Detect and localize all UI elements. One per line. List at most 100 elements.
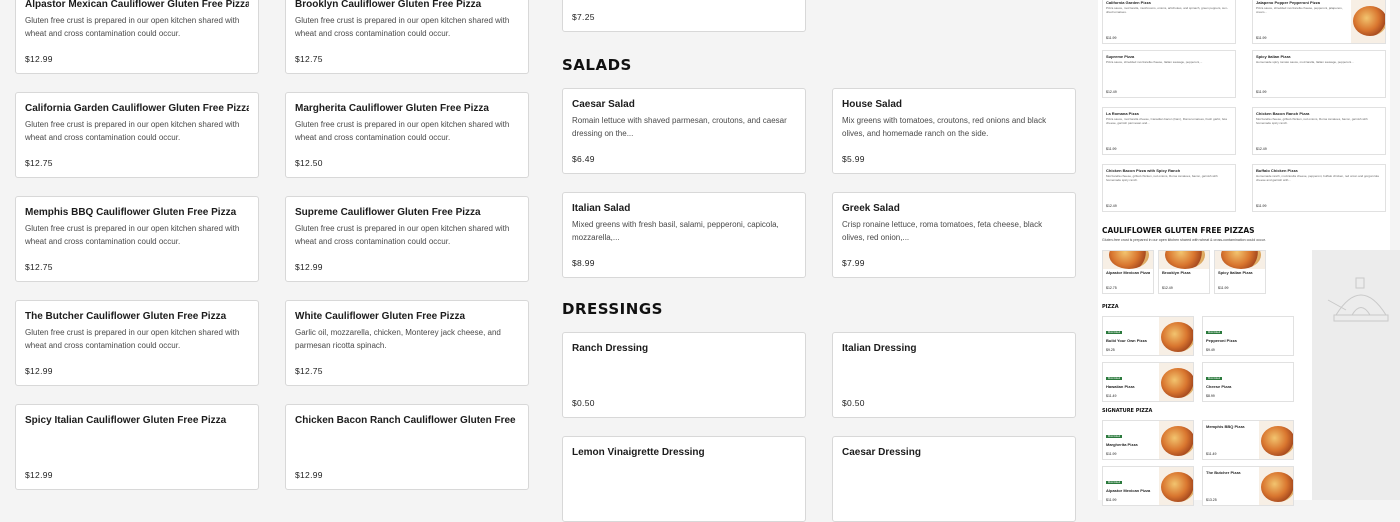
- gf-pizza-card[interactable]: Spicy Italian Cauliflower Gluten Free Pi…: [15, 404, 259, 490]
- thumb-item-title: Spicy Italian Pizza: [1218, 270, 1253, 275]
- gf-pizza-card[interactable]: Supreme Cauliflower Gluten Free Pizza Glu…: [285, 196, 529, 282]
- thumb-item-description: Pizza sauce, mozzarella, mushrooms, onio…: [1106, 6, 1228, 14]
- thumb-gf-heading: CAULIFLOWER GLUTEN FREE PIZZAS: [1102, 226, 1255, 235]
- menu-item-price: $6.49: [572, 154, 595, 164]
- pizza-photo: [1159, 317, 1193, 355]
- menu-item-card[interactable]: $7.25: [562, 0, 806, 32]
- thumb-gf-subtitle: Gluten-free crust is prepared in our ope…: [1102, 238, 1266, 242]
- thumb-item-price: $11.99: [1106, 452, 1117, 456]
- gf-pizza-card[interactable]: The Butcher Cauliflower Gluten Free Pizz…: [15, 300, 259, 386]
- menu-item-title: Greek Salad: [842, 203, 900, 214]
- menu-item-description: Romain lettuce with shaved parmesan, cro…: [572, 116, 787, 138]
- thumb-item-title: Brooklyn Pizza: [1162, 270, 1191, 275]
- dressing-card[interactable]: Lemon Vinaigrette Dressing: [562, 436, 806, 522]
- section-heading-dressings: DRESSINGS: [562, 300, 663, 318]
- menu-item-title: Italian Salad: [572, 203, 631, 214]
- most-liked-badge: Most Liked: [1206, 331, 1223, 334]
- menu-item-description: Gluten free crust is prepared in our ope…: [25, 328, 240, 350]
- menu-item-price: $12.75: [25, 158, 53, 168]
- pizza-icon: [1221, 251, 1261, 269]
- menu-item-price: $12.99: [295, 262, 323, 272]
- thumb-item-title: Pepperoni Pizza: [1206, 338, 1237, 343]
- thumb-signature-card[interactable]: Most Liked Margherita Pizza $11.99: [1102, 420, 1194, 460]
- dressing-card[interactable]: Caesar Dressing: [832, 436, 1076, 522]
- pizza-icon: [1353, 6, 1385, 36]
- thumb-item-price: $11.99: [1256, 90, 1267, 94]
- salad-card[interactable]: House Salad Mix greens with tomatoes, cro…: [832, 88, 1076, 174]
- thumb-item-price: $11.99: [1256, 36, 1267, 40]
- menu-item-title: Memphis BBQ Cauliflower Gluten Free Pizz…: [25, 207, 237, 218]
- thumb-item-description: Pizza sauce, mozzarella cheese, Canadian…: [1106, 117, 1227, 125]
- menu-item-title: House Salad: [842, 99, 903, 110]
- gf-pizza-card[interactable]: Memphis BBQ Cauliflower Gluten Free Pizz…: [15, 196, 259, 282]
- menu-item-title: California Garden Cauliflower Gluten Fre…: [25, 103, 249, 114]
- thumb-signature-card[interactable]: Memphis BBQ Pizza $11.49: [1202, 420, 1294, 460]
- thumb-menu-card[interactable]: Buffalo Chicken Pizza Homemade ranch, moz…: [1252, 164, 1386, 212]
- dressing-card[interactable]: Ranch Dressing $0.50: [562, 332, 806, 418]
- pizza-icon: [1261, 472, 1293, 502]
- thumb-signature-card[interactable]: The Butcher Pizza $13.25: [1202, 466, 1294, 506]
- pizza-icon: [1161, 472, 1193, 502]
- thumb-item-price: $11.99: [1106, 36, 1117, 40]
- thumb-pizza-card[interactable]: Most Liked Hawaiian Pizza $11.49: [1102, 362, 1194, 402]
- menu-item-price: $8.99: [572, 258, 595, 268]
- menu-item-description: Gluten free crust is prepared in our ope…: [25, 120, 240, 142]
- thumb-item-title: Cheese Pizza: [1206, 384, 1232, 389]
- thumb-item-price: $9.49: [1206, 348, 1215, 352]
- pizza-photo: [1159, 421, 1193, 459]
- thumb-item-price: $8.99: [1206, 394, 1215, 398]
- thumb-item-price: $9.25: [1106, 348, 1115, 352]
- thumb-item-price: $12.49: [1106, 204, 1117, 208]
- thumb-gf-card[interactable]: Brooklyn Pizza $12.49: [1158, 250, 1210, 294]
- menu-item-description: Mix greens with tomatoes, croutons, red …: [842, 116, 1047, 138]
- menu-item-description: Crisp ronaine lettuce, roma tomatoes, fe…: [842, 220, 1043, 242]
- pizza-icon: [1161, 426, 1193, 456]
- thumb-pizza-card[interactable]: Most Liked Pepperoni Pizza $9.49: [1202, 316, 1294, 356]
- pizza-photo: [1159, 467, 1193, 505]
- thumb-gf-card[interactable]: Alpastor Mexican Pizza $12.75: [1102, 250, 1154, 294]
- menu-item-description: Gluten free crust is prepared in our ope…: [25, 16, 240, 38]
- menu-item-title: Margherita Cauliflower Gluten Free Pizza: [295, 103, 489, 114]
- menu-item-description: Gluten free crust is prepared in our ope…: [295, 16, 510, 38]
- gf-pizza-card[interactable]: California Garden Cauliflower Gluten Fre…: [15, 92, 259, 178]
- thumb-item-title: Spicy Italian Pizza: [1256, 54, 1291, 59]
- gf-pizza-card[interactable]: Margherita Cauliflower Gluten Free Pizza…: [285, 92, 529, 178]
- thumb-menu-card[interactable]: Jalapeno Popper Pepperoni Pizza Pizza sau…: [1252, 0, 1386, 44]
- gf-pizza-card[interactable]: Brooklyn Cauliflower Gluten Free Pizza Gl…: [285, 0, 529, 74]
- gf-pizza-card[interactable]: Alpastor Mexican Cauliflower Gluten Free…: [15, 0, 259, 74]
- menu-item-title: Spicy Italian Cauliflower Gluten Free Pi…: [25, 415, 227, 426]
- menu-item-price: $12.75: [295, 54, 323, 64]
- salad-card[interactable]: Italian Salad Mixed greens with fresh bas…: [562, 192, 806, 278]
- pizza-photo: [1159, 363, 1193, 401]
- thumb-menu-card[interactable]: Chicken Bacon Pizza with Spicy Ranch Mozz…: [1102, 164, 1236, 212]
- thumb-item-description: Mozzarella cheese, grilled chicken, red …: [1256, 117, 1368, 125]
- menu-item-price: $12.99: [25, 54, 53, 64]
- most-liked-badge: Most Liked: [1206, 377, 1223, 380]
- most-liked-badge: Most Liked: [1106, 435, 1123, 438]
- thumb-item-price: $11.99: [1218, 286, 1229, 290]
- thumb-item-price: $11.99: [1106, 498, 1117, 502]
- salad-card[interactable]: Greek Salad Crisp ronaine lettuce, roma t…: [832, 192, 1076, 278]
- gf-pizza-card[interactable]: White Cauliflower Gluten Free Pizza Garli…: [285, 300, 529, 386]
- thumb-menu-card[interactable]: La Romana Pizza Pizza sauce, mozzarella c…: [1102, 107, 1236, 155]
- thumb-item-title: Chicken Bacon Pizza with Spicy Ranch: [1106, 168, 1181, 173]
- pizza-photo: [1215, 251, 1265, 269]
- thumb-signature-card[interactable]: Most Liked Alpastor Mexican Pizza $11.99: [1102, 466, 1194, 506]
- dressing-card[interactable]: Italian Dressing $0.50: [832, 332, 1076, 418]
- thumb-gf-card[interactable]: Spicy Italian Pizza $11.99: [1214, 250, 1266, 294]
- thumb-pizza-card[interactable]: Most Liked Build Your Own Pizza $9.25: [1102, 316, 1194, 356]
- thumb-item-price: $12.49: [1106, 90, 1117, 94]
- menu-item-description: Gluten free crust is prepared in our ope…: [295, 224, 510, 246]
- salad-card[interactable]: Caesar Salad Romain lettuce with shaved p…: [562, 88, 806, 174]
- most-liked-badge: Most Liked: [1106, 331, 1123, 334]
- gf-pizza-card[interactable]: Chicken Bacon Ranch Cauliflower Gluten F…: [285, 404, 529, 490]
- thumb-menu-card[interactable]: Supreme Pizza Pizza sauce, shredded mozza…: [1102, 50, 1236, 98]
- thumb-item-description: Homemade ranch, mozzarella cheese, peppe…: [1256, 174, 1379, 182]
- thumb-menu-card[interactable]: Spicy Italian Pizza Homemade spicy tomato…: [1252, 50, 1386, 98]
- menu-item-title: Supreme Cauliflower Gluten Free Pizza: [295, 207, 481, 218]
- thumb-menu-card[interactable]: Chicken Bacon Ranch Pizza Mozzarella chee…: [1252, 107, 1386, 155]
- menu-item-title: Italian Dressing: [842, 343, 917, 354]
- thumb-menu-card[interactable]: California Garden Pizza Pizza sauce, mozz…: [1102, 0, 1236, 44]
- thumb-item-description: Pizza sauce, shredded mozzarella cheese,…: [1106, 60, 1203, 64]
- thumb-pizza-card[interactable]: Most Liked Cheese Pizza $8.99: [1202, 362, 1294, 402]
